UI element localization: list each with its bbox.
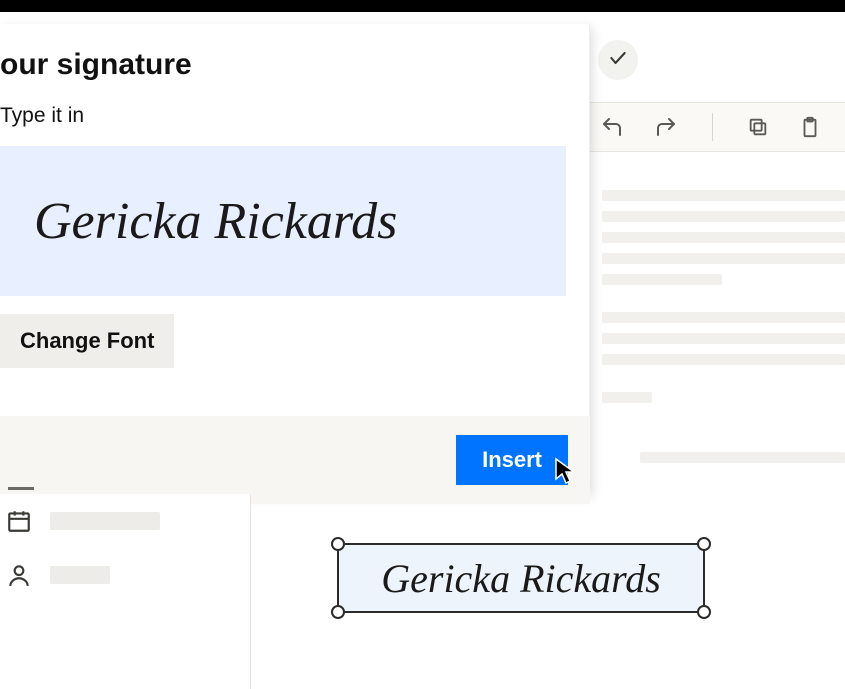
document-placeholder-lines xyxy=(602,392,845,413)
window-titlebar xyxy=(0,0,845,12)
app-background: our signature Type it in Gericka Rickard… xyxy=(0,12,845,677)
signature-preview-text: Gericka Rickards xyxy=(34,192,397,251)
signature-panel: our signature Type it in Gericka Rickard… xyxy=(0,24,590,494)
calendar-icon xyxy=(6,508,32,534)
person-icon xyxy=(6,562,32,588)
signature-title: our signature xyxy=(0,48,192,82)
signature-panel-footer: Insert xyxy=(0,416,590,504)
resize-handle-bottom-right[interactable] xyxy=(697,605,711,619)
document-placeholder-lines xyxy=(602,190,845,295)
resize-handle-top-left[interactable] xyxy=(331,537,345,551)
toolbar xyxy=(590,102,845,152)
confirm-check-button[interactable] xyxy=(598,40,638,80)
copy-icon[interactable] xyxy=(747,116,769,138)
resize-handle-bottom-left[interactable] xyxy=(331,605,345,619)
document-placeholder-lines xyxy=(640,452,845,473)
document-placeholder-lines xyxy=(602,312,845,375)
sidebar-item-label-placeholder xyxy=(50,566,110,584)
undo-icon[interactable] xyxy=(600,115,624,139)
sidebar-item-indicator xyxy=(8,487,34,490)
toolbar-separator xyxy=(712,113,713,141)
signature-subtitle: Type it in xyxy=(0,104,84,128)
signature-preview[interactable]: Gericka Rickards xyxy=(0,146,566,296)
sidebar-item-person[interactable] xyxy=(0,548,250,602)
check-icon xyxy=(608,48,628,73)
change-font-button[interactable]: Change Font xyxy=(0,314,174,368)
redo-icon[interactable] xyxy=(654,115,678,139)
insert-button[interactable]: Insert xyxy=(456,435,568,485)
sidebar-item-date[interactable] xyxy=(0,494,250,548)
sidebar-fragment xyxy=(0,494,250,689)
resize-handle-top-right[interactable] xyxy=(697,537,711,551)
sidebar-divider xyxy=(250,494,251,689)
placed-signature-text: Gericka Rickards xyxy=(381,555,661,602)
placed-signature[interactable]: Gericka Rickards xyxy=(337,543,705,613)
sidebar-item-label-placeholder xyxy=(50,512,160,530)
clipboard-icon[interactable] xyxy=(799,116,821,138)
